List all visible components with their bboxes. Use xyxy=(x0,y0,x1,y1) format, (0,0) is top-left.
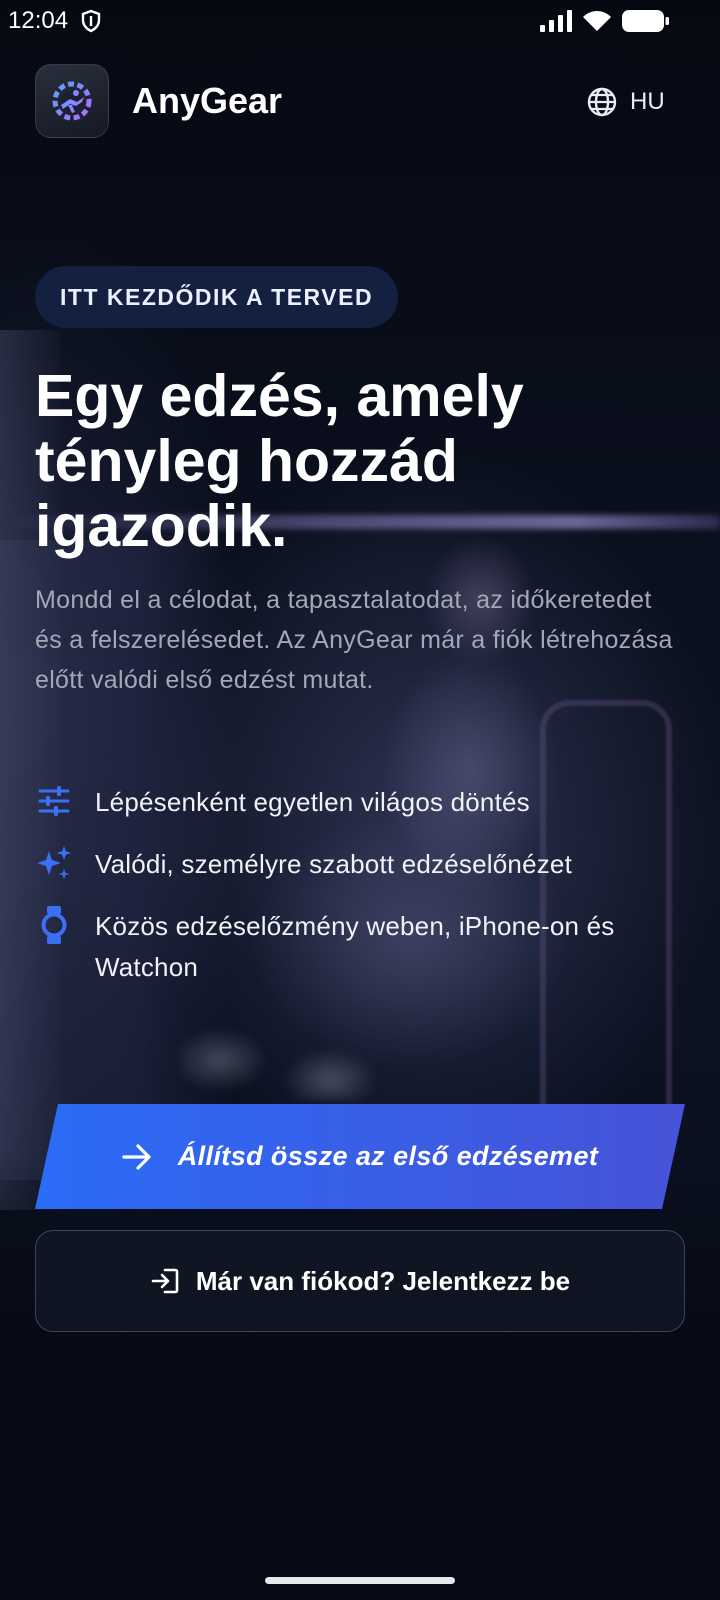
login-button-label: Már van fiókod? Jelentkezz be xyxy=(195,1265,571,1296)
watch-icon xyxy=(35,906,73,944)
feature-item: Valódi, személyre szabott edzéselőnézet xyxy=(35,844,695,885)
language-code: HU xyxy=(630,88,665,115)
plan-badge: ITT KEZDŐDIK A TERVED xyxy=(35,266,399,328)
shield-icon xyxy=(80,9,102,38)
home-indicator[interactable] xyxy=(265,1577,455,1584)
feature-item: Közös edzéselőzmény weben, iPhone-on és … xyxy=(35,906,695,988)
feature-text: Közös edzéselőzmény weben, iPhone-on és … xyxy=(95,911,615,982)
login-button[interactable]: Már van fiókod? Jelentkezz be xyxy=(35,1230,685,1332)
status-time: 12:04 xyxy=(8,7,69,34)
sparkles-icon xyxy=(35,844,73,882)
login-icon xyxy=(151,1268,179,1294)
primary-button-label: Állítsd össze az első edzésemet xyxy=(177,1141,599,1171)
sliders-icon xyxy=(35,782,73,820)
page-subtitle: Mondd el a célodat, a tapasztalatodat, a… xyxy=(35,586,673,694)
language-selector[interactable]: HU xyxy=(586,84,665,120)
build-first-workout-button[interactable]: Állítsd össze az első edzésemet xyxy=(35,1104,685,1209)
signal-icon xyxy=(540,10,574,37)
arrow-right-icon xyxy=(122,1143,151,1170)
globe-icon xyxy=(587,87,617,117)
feature-text: Lépésenként egyetlen világos döntés xyxy=(95,787,530,817)
wifi-icon xyxy=(581,9,613,38)
battery-icon xyxy=(622,10,670,37)
app-logo xyxy=(35,64,109,138)
feature-item: Lépésenként egyetlen világos döntés xyxy=(35,782,695,823)
feature-text: Valódi, személyre szabott edzéselőnézet xyxy=(95,849,573,879)
page-title: Egy edzés, amely tényleg hozzád igazodik… xyxy=(35,363,524,559)
status-bar: 12:04 xyxy=(0,0,720,42)
app-name: AnyGear xyxy=(132,80,283,121)
